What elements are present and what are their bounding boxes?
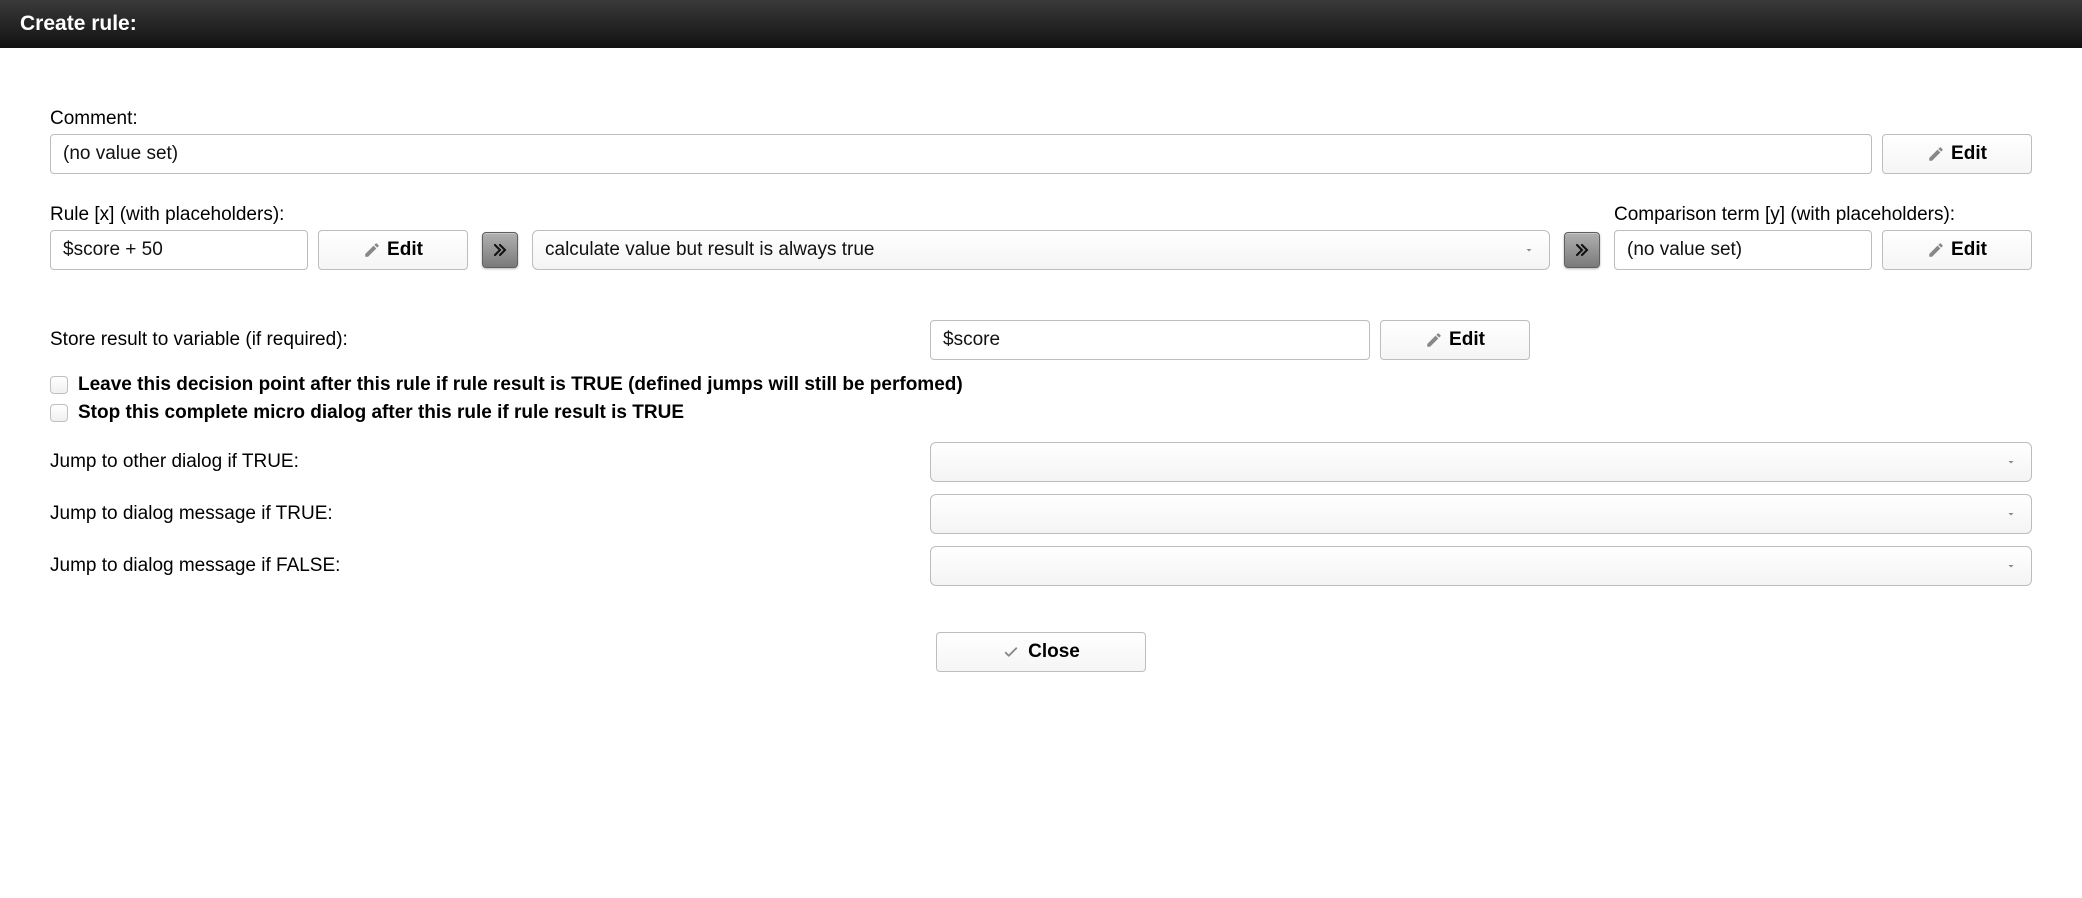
leave-decision-checkbox[interactable] — [50, 376, 68, 394]
comparator-selected: calculate value but result is always tru… — [545, 239, 875, 261]
rule-x-value: $score + 50 — [50, 230, 308, 270]
close-label: Close — [1028, 641, 1080, 663]
jump-msg-true-label: Jump to dialog message if TRUE: — [50, 503, 920, 525]
dialog-header: Create rule: — [0, 0, 2082, 48]
double-chevron-right-icon — [490, 240, 510, 260]
store-edit-label: Edit — [1449, 329, 1485, 351]
rule-y-label: Comparison term [y] (with placeholders): — [1614, 204, 2032, 226]
comparator-select[interactable]: calculate value but result is always tru… — [532, 230, 1550, 270]
chevron-down-icon — [2005, 508, 2017, 520]
arrow-right-button-2[interactable] — [1564, 232, 1600, 268]
store-value: $score — [930, 320, 1370, 360]
comment-edit-button[interactable]: Edit — [1882, 134, 2032, 174]
jump-msg-true-select[interactable] — [930, 494, 2032, 534]
dialog-body: Comment: (no value set) Edit Rule [x] (w… — [0, 48, 2082, 702]
rule-y-edit-label: Edit — [1951, 239, 1987, 261]
check-icon — [1002, 643, 1020, 661]
stop-dialog-label: Stop this complete micro dialog after th… — [78, 402, 684, 424]
dialog-title: Create rule: — [20, 12, 137, 36]
comment-value: (no value set) — [50, 134, 1872, 174]
double-chevron-right-icon — [1572, 240, 1592, 260]
pencil-icon — [1425, 331, 1443, 349]
jump-dialog-true-label: Jump to other dialog if TRUE: — [50, 451, 920, 473]
rule-x-label: Rule [x] (with placeholders): — [50, 204, 468, 226]
chevron-down-icon — [2005, 456, 2017, 468]
arrow-right-button-1[interactable] — [482, 232, 518, 268]
rule-x-edit-button[interactable]: Edit — [318, 230, 468, 270]
jump-dialog-true-select[interactable] — [930, 442, 2032, 482]
comment-label: Comment: — [50, 108, 2032, 130]
comment-edit-label: Edit — [1951, 143, 1987, 165]
jump-msg-false-select[interactable] — [930, 546, 2032, 586]
jump-msg-false-label: Jump to dialog message if FALSE: — [50, 555, 920, 577]
pencil-icon — [1927, 145, 1945, 163]
chevron-down-icon — [2005, 560, 2017, 572]
stop-dialog-checkbox[interactable] — [50, 404, 68, 422]
close-button[interactable]: Close — [936, 632, 1146, 672]
rule-x-edit-label: Edit — [387, 239, 423, 261]
rule-y-edit-button[interactable]: Edit — [1882, 230, 2032, 270]
pencil-icon — [363, 241, 381, 259]
store-label: Store result to variable (if required): — [50, 329, 920, 351]
chevron-down-icon — [1523, 244, 1535, 256]
rule-y-value: (no value set) — [1614, 230, 1872, 270]
store-edit-button[interactable]: Edit — [1380, 320, 1530, 360]
pencil-icon — [1927, 241, 1945, 259]
leave-decision-label: Leave this decision point after this rul… — [78, 374, 963, 396]
